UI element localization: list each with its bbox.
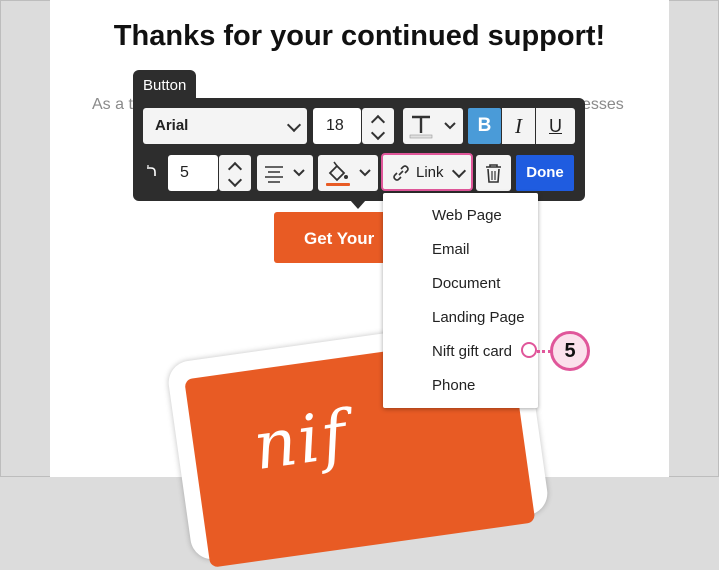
menu-item-email[interactable]: Email [432,241,470,258]
menu-item-landing-page[interactable]: Landing Page [432,309,525,326]
italic-button[interactable]: I [502,108,535,144]
alignment-button[interactable] [257,155,313,191]
toolbar-pointer [350,200,366,209]
chevron-down-icon [451,163,467,179]
callout-marker [521,342,537,358]
chevron-down-icon[interactable] [227,172,243,188]
chevron-down-icon[interactable] [370,125,386,141]
cta-button-label: Get Your [304,229,375,248]
email-body-text-end: esses [582,96,624,113]
trash-icon [486,164,501,183]
button-format-toolbar: Arial 18 B I U 5 Link Done [133,98,585,201]
link-icon [393,165,409,181]
text-color-icon [409,115,456,139]
menu-item-document[interactable]: Document [432,275,500,292]
paint-bucket-icon [326,161,371,186]
menu-item-phone[interactable]: Phone [432,377,475,394]
menu-item-nift-gift-card[interactable]: Nift gift card [432,343,512,360]
button-fill-color-button[interactable] [318,155,378,191]
underline-button[interactable]: U [536,108,575,144]
corner-radius-input[interactable]: 5 [168,155,218,191]
link-button[interactable]: Link [381,153,473,191]
step-number-badge: 5 [550,331,590,371]
email-heading: Thanks for your continued support! [113,20,606,52]
align-center-icon [265,166,305,183]
callout-connector [537,350,551,353]
selected-element-tag: Button [133,70,197,100]
chevron-down-icon [286,117,302,133]
gift-card-logo-text: nif [248,395,353,486]
done-button[interactable]: Done [516,155,574,191]
email-body-text: As a t [92,96,133,113]
menu-item-web-page[interactable]: Web Page [432,207,502,224]
corner-radius-icon [147,165,156,176]
font-family-value: Arial [155,117,189,134]
corner-radius-stepper[interactable] [219,155,251,191]
font-size-input[interactable]: 18 [313,108,361,144]
font-family-select[interactable]: Arial [143,108,307,144]
font-size-stepper[interactable] [362,108,394,144]
bold-button[interactable]: B [468,108,501,144]
link-button-label: Link [416,164,444,181]
link-type-dropdown: Web Page Email Document Landing Page Nif… [383,193,538,408]
delete-button[interactable] [476,155,511,191]
text-color-button[interactable] [403,108,463,144]
